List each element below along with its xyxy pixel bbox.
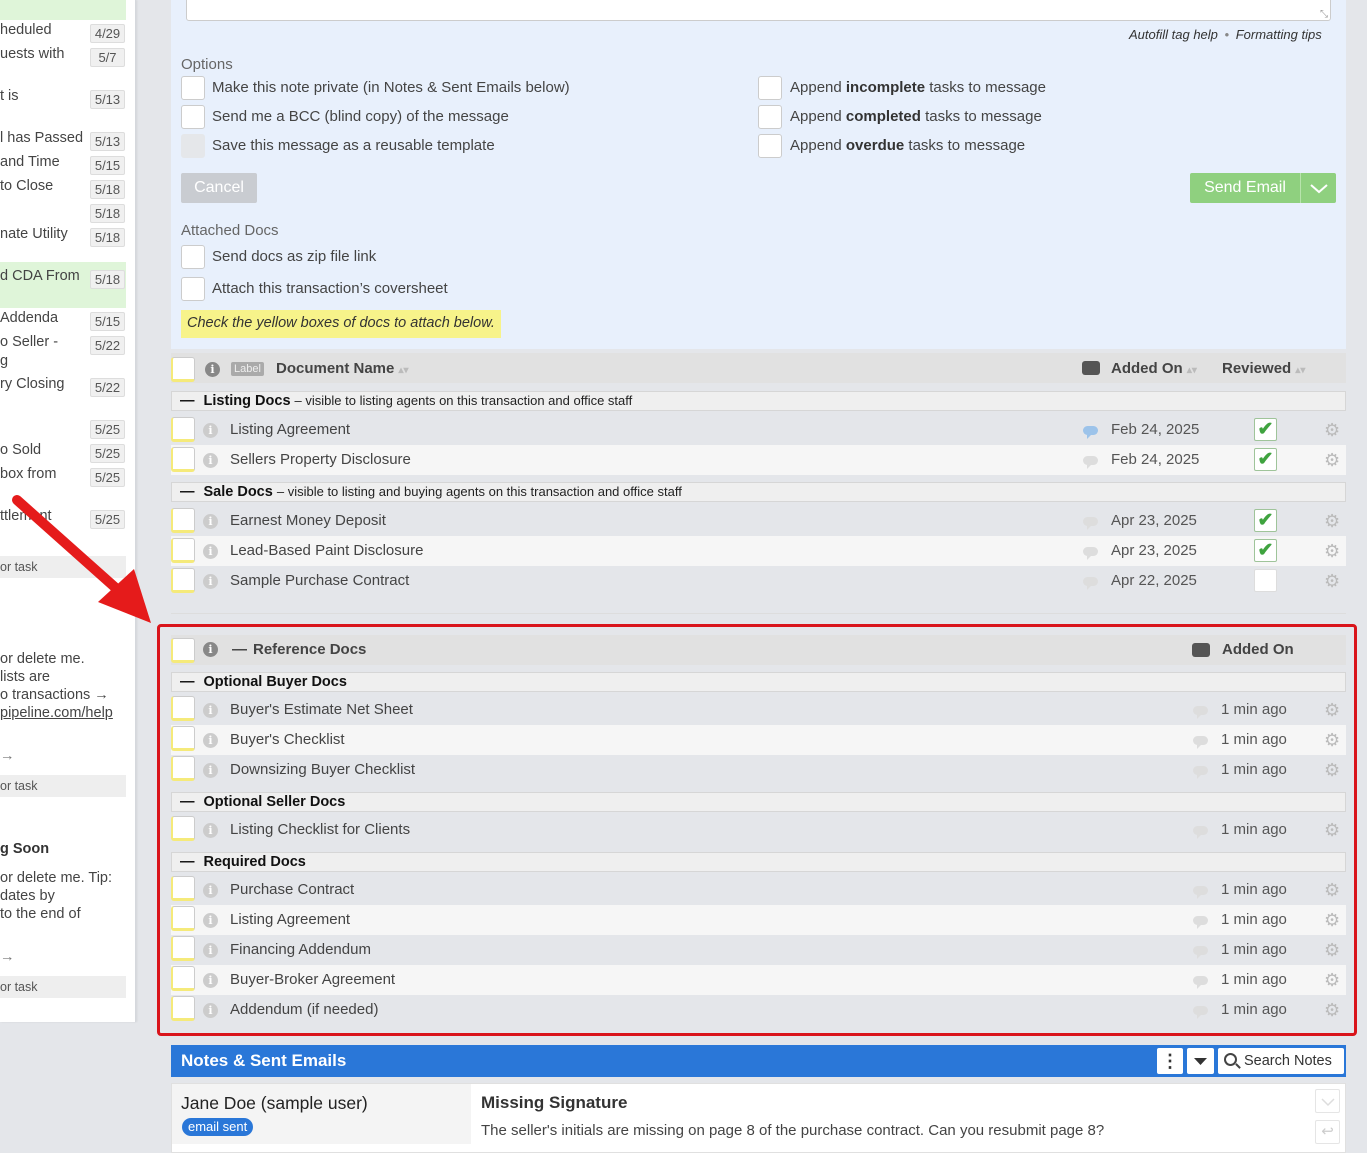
reviewed-checkbox[interactable]: ✔ [1254, 539, 1277, 562]
email-sent-badge: email sent [182, 1118, 254, 1136]
added-on-date: Apr 23, 2025 [1111, 542, 1197, 559]
doc-group-header[interactable]: — Listing Docs – visible to listing agent… [171, 391, 1346, 411]
reviewed-checkbox[interactable]: ✔ [1254, 418, 1277, 441]
comment-icon[interactable] [1083, 426, 1098, 439]
append-checkbox[interactable] [758, 105, 782, 129]
attach-option-label: Attach this transaction’s coversheet [212, 280, 448, 297]
label-tag: Label [231, 362, 264, 376]
formatting-tips-link[interactable]: Formatting tips [1236, 27, 1322, 42]
gear-icon[interactable]: ⚙ [1324, 421, 1340, 439]
document-name[interactable]: Listing Agreement [230, 421, 350, 438]
sort-icon: ▴▾ [1186, 365, 1197, 376]
reviewed-checkbox[interactable]: ✔ [1254, 509, 1277, 532]
comment-icon [1082, 361, 1100, 375]
document-name[interactable]: Sample Purchase Contract [230, 572, 409, 589]
search-notes-button[interactable]: Search Notes [1218, 1048, 1344, 1074]
append-checkbox[interactable] [758, 134, 782, 158]
document-name[interactable]: Lead-Based Paint Disclosure [230, 542, 423, 559]
editor-help-links: Autofill tag help • Formatting tips [1129, 27, 1322, 42]
gear-icon[interactable]: ⚙ [1324, 542, 1340, 560]
attach-option-label: Send docs as zip file link [212, 248, 377, 265]
gear-icon[interactable]: ⚙ [1324, 512, 1340, 530]
append-checkbox[interactable] [758, 76, 782, 100]
gear-icon[interactable]: ⚙ [1324, 451, 1340, 469]
sort-icon: ▴▾ [1295, 365, 1306, 376]
gear-icon[interactable]: ⚙ [1324, 572, 1340, 590]
comment-icon[interactable] [1083, 517, 1098, 530]
append-option-label: Append completed tasks to message [790, 108, 1042, 125]
option-label: Save this message as a reusable template [212, 137, 495, 154]
info-icon[interactable]: i [203, 514, 218, 529]
add-task-bar[interactable]: or task [0, 775, 126, 797]
added-on-date: Feb 24, 2025 [1111, 421, 1200, 438]
section-title: g Soon [0, 841, 50, 857]
append-prefix: Append [790, 137, 842, 154]
note-line: dates by [0, 888, 55, 904]
group-visibility-note: – visible to listing and buying agents o… [276, 484, 682, 499]
send-options-chevron-icon[interactable] [1300, 173, 1336, 203]
comment-icon[interactable] [1083, 456, 1098, 469]
reviewed-checkbox[interactable]: ✔ [1254, 448, 1277, 471]
option-label: Send me a BCC (blind copy) of the messag… [212, 108, 509, 125]
resize-handle-icon[interactable]: ⤡ [1320, 9, 1328, 20]
append-option-label: Append incomplete tasks to message [790, 79, 1046, 96]
document-name[interactable]: Earnest Money Deposit [230, 512, 386, 529]
info-icon[interactable]: i [203, 544, 218, 559]
added-on-date: Apr 22, 2025 [1111, 572, 1197, 589]
note-subject: Missing Signature [481, 1093, 628, 1112]
document-name-column-header[interactable]: Document Name ▴▾ [276, 360, 409, 377]
comment-icon[interactable] [1083, 547, 1098, 560]
separator: • [1224, 27, 1230, 42]
send-email-button[interactable]: Send Email [1190, 173, 1300, 203]
notes-dropdown-button[interactable] [1187, 1048, 1214, 1074]
notes-title: Notes & Sent Emails [181, 1051, 347, 1070]
info-icon[interactable]: i [203, 423, 218, 438]
sort-icon: ▴▾ [398, 365, 409, 376]
yellow-hint: Check the yellow boxes of docs to attach… [181, 310, 501, 338]
red-arrow-annotation [12, 495, 151, 623]
append-suffix: tasks to message [908, 137, 1026, 154]
append-word: overdue [845, 137, 905, 154]
reviewed-checkbox[interactable]: ✔ [1254, 569, 1277, 592]
divider [171, 613, 1346, 614]
arrow-link[interactable]: → [0, 949, 15, 965]
append-option-label: Append overdue tasks to message [790, 137, 1025, 154]
append-suffix: tasks to message [929, 79, 1046, 96]
notes-menu-button[interactable]: ⋮ [1157, 1048, 1183, 1074]
append-prefix: Append [790, 108, 842, 125]
add-task-bar[interactable]: or task [0, 976, 126, 998]
reviewed-column-header[interactable]: Reviewed ▴▾ [1222, 360, 1305, 377]
group-title: Sale Docs [203, 484, 273, 500]
info-icon[interactable]: i [203, 574, 218, 589]
group-visibility-note: – visible to listing agents on this tran… [294, 393, 633, 408]
info-icon[interactable]: i [203, 453, 218, 468]
info-icon: i [205, 362, 220, 377]
message-textarea[interactable] [186, 0, 1331, 21]
reference-docs-highlight-box [157, 624, 1357, 1036]
append-prefix: Append [790, 79, 842, 96]
note-body: The seller's initials are missing on pag… [481, 1122, 1105, 1139]
group-title: Listing Docs [203, 393, 291, 409]
arrow-link[interactable]: → [0, 748, 15, 764]
note-line: to the end of [0, 906, 81, 922]
document-name[interactable]: Sellers Property Disclosure [230, 451, 411, 468]
doc-group-header[interactable]: — Sale Docs – visible to listing and buyi… [171, 482, 1346, 502]
added-on-date: Apr 23, 2025 [1111, 512, 1197, 529]
note-line[interactable]: pipeline.com/help [0, 705, 113, 721]
search-icon-handle [1235, 1063, 1241, 1069]
note-author: Jane Doe (sample user) [181, 1093, 368, 1113]
append-word: incomplete [845, 79, 926, 96]
comment-icon[interactable] [1083, 577, 1098, 590]
added-on-column-header[interactable]: Added On ▴▾ [1111, 360, 1197, 377]
note-checkbox[interactable] [1315, 1089, 1340, 1113]
autofill-help-link[interactable]: Autofill tag help [1129, 27, 1218, 42]
reply-icon[interactable]: ↩ [1315, 1120, 1340, 1144]
append-word: completed [845, 108, 921, 125]
note-line: or delete me. Tip: [0, 870, 113, 886]
added-on-date: Feb 24, 2025 [1111, 451, 1200, 468]
option-label: Make this note private (in Notes & Sent … [212, 79, 570, 96]
append-suffix: tasks to message [925, 108, 1042, 125]
